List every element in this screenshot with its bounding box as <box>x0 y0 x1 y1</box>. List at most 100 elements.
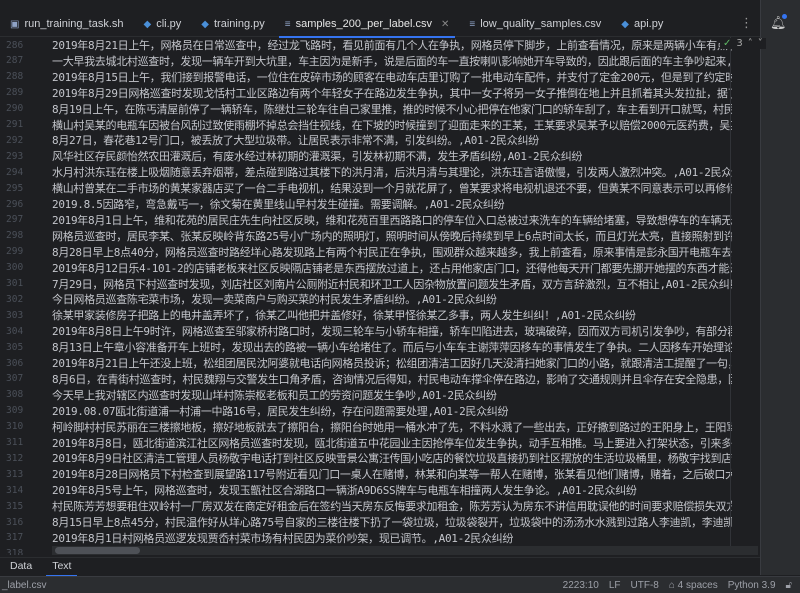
editor-line[interactable]: 287 一大早我去城北村巡查时，发现一辆车开到大坑里，车主因为是新手，说是后面的车… <box>0 53 760 69</box>
line-text[interactable]: 今天早上我对辖区内巡查时发现山垟村陈崇枢老板和员工的劳资问题发生争吵,A01-2… <box>52 387 732 403</box>
inspection-widget[interactable]: ✓ 3 ˄ ˅ <box>720 38 766 49</box>
line-number: 292 <box>6 134 24 146</box>
editor-line[interactable]: 302 今日网格员巡查陈宅菜市场，发现一卖菜商户与购买菜的村民发生矛盾纠纷。,A0… <box>0 291 760 307</box>
line-text[interactable]: 村民陈芳芳想要租住双岭村一厂房双发在商定好租金后在签约当天房东反悔要求加租金，陈… <box>52 498 732 514</box>
editor-line[interactable]: 289 2019年8月29日网格巡查时发现戈恬村工业区路边有两个年轻女子在路边发生… <box>0 85 760 101</box>
editor-line[interactable]: 317 2019年8月1日村网格员巡逻发现贾岙村菜市场有村民因为菜价吵架，现已调节… <box>0 530 760 546</box>
line-text[interactable]: 7月29日，网格员下村巡查时发现，刘店社区刘南片公厕附近村民和环卫工人因杂物放置… <box>52 276 732 292</box>
editor-line[interactable]: 286 2019年8月21日上午，网格员在日常巡查中，经过龙飞路时，看见前面有几个… <box>0 37 760 53</box>
editor-line[interactable]: 308 今天早上我对辖区内巡查时发现山垟村陈崇枢老板和员工的劳资问题发生争吵,A0… <box>0 387 760 403</box>
editor-line[interactable]: 312 2019年8月9日社区清洁工管理人员杨敬宇电话打到社区反映雪景公寓汪传国小… <box>0 450 760 466</box>
editor-line[interactable]: 306 2019年8月21日上午还没上班，松组团居民沈阿婆就电话向网格员投诉；松组… <box>0 355 760 371</box>
status-file-path[interactable]: _label.csv <box>2 580 46 591</box>
scrollbar-thumb[interactable] <box>55 547 140 554</box>
caret-position[interactable]: 2223:10 <box>563 580 599 591</box>
line-text[interactable]: 8月28日早上8点40分，网格员巡查时路经垟心路发现路上有两个村民正在争执，围观… <box>52 244 732 260</box>
line-text[interactable]: 2019年8月1日上午，维和花苑的居民庄先生向社区反映，维和花苑百里西路路口的停… <box>52 212 732 228</box>
editor-line[interactable]: 311 2019年8月8日，瓯北街道滨江社区网格员巡查时发现，瓯北街道五中花园业主… <box>0 435 760 451</box>
previous-highlight-icon[interactable]: ˄ <box>748 38 753 49</box>
editor-line[interactable]: 300 2019年8月12日乐4-101-2的店铺老板来社区反映隔店铺老是东西摆放… <box>0 260 760 276</box>
line-text[interactable]: 8月15日早上8点45分，村民温作好从垟心路75号自家的三楼往楼下扔了一袋垃圾，… <box>52 514 732 530</box>
right-margin-guide <box>730 37 731 555</box>
text-file-icon: ≡ <box>284 18 291 30</box>
line-text[interactable]: 一大早我去城北村巡查时，发现一辆车开到大坑里，车主因为是新手，说是后面的车一直按… <box>52 53 732 69</box>
indent-setting[interactable]: ⌂ 4 spaces <box>669 580 718 591</box>
line-text[interactable]: 8月6日，在青街村巡查时，村民魏翔与交警发生口角矛盾，咨询情况后得知，村民电动车… <box>52 371 732 387</box>
editor-line[interactable]: 314 2019年8月5号上午，网格巡查时，发现玉甑社区合湖路口一辆浙A9D6SS… <box>0 482 760 498</box>
line-text[interactable]: 风华社区存民颜怡然农田灌溉后，有废水经过林初期的灌溉渠，引发林初期不满，发生矛盾… <box>52 148 732 164</box>
editor-line[interactable]: 298 网格员巡查时，居民李某、张某反映岭背东路25号小广场内的照明灯，照明时间从… <box>0 228 760 244</box>
tab-training-py[interactable]: ◆ training.py <box>191 12 274 37</box>
tab-api-py[interactable]: ◆ api.py <box>611 12 673 37</box>
lock-icon[interactable]: 🔓︎ <box>786 580 792 591</box>
editor-line[interactable]: 290 8月19日上午，在陈丐清屋前停了一辆轿车，陈继灶三轮车往自己家里推，推的时… <box>0 101 760 117</box>
editor-line[interactable]: 304 2019年8月8日上午9时许，网格巡查至邬家桥村路口时，发现三轮车与小轿车… <box>0 323 760 339</box>
line-text[interactable]: 2019年8月5号上午，网格巡查时，发现玉甑社区合湖路口一辆浙A9D6SS牌车与… <box>52 482 732 498</box>
editor-line[interactable]: 301 7月29日，网格员下村巡查时发现，刘店社区刘南片公厕附近村民和环卫工人因杂… <box>0 276 760 292</box>
line-text[interactable]: 2019.08.07瓯北街道浦一村浦一中路16号，居民发生纠纷，存在问题需要处理… <box>52 403 732 419</box>
inspection-count: 3 <box>736 38 743 49</box>
editor-line[interactable]: 313 2019年8月28日网格员下村检查到展望路117号附近看见门口一桌人在赌博… <box>0 466 760 482</box>
line-text[interactable]: 8月19日上午，在陈丐清屋前停了一辆轿车，陈继灶三轮车往自己家里推，推的时候不小… <box>52 101 732 117</box>
editor-line[interactable]: 303 徐某甲家装修房子把路上的电井盖弄坏了，徐某乙叫他把井盖修好，徐某甲怪徐某乙… <box>0 307 760 323</box>
line-text[interactable]: 2019年8月8日，瓯北街道滨江社区网格员巡查时发现，瓯北街道五中花园业主因抢停… <box>52 435 732 451</box>
text-editor[interactable]: 286 2019年8月21日上午，网格员在日常巡查中，经过龙飞路时，看见前面有几个… <box>0 37 760 555</box>
editor-line[interactable]: 292 8月27日，春花巷12号门口，被丢放了大型垃圾带。让居民表示非常不满，引发… <box>0 132 760 148</box>
editor-line[interactable]: 293 风华社区存民颜怡然农田灌溉后，有废水经过林初期的灌溉渠，引发林初期不满，发… <box>0 148 760 164</box>
line-number: 286 <box>6 39 24 51</box>
horizontal-scrollbar[interactable] <box>52 546 758 555</box>
editor-line[interactable]: 299 8月28日早上8点40分，网格员巡查时路经垟心路发现路上有两个村民正在争执… <box>0 244 760 260</box>
line-text[interactable]: 2019年8月29日网格巡查时发现戈恬村工业区路边有两个年轻女子在路边发生争执，… <box>52 85 732 101</box>
line-text[interactable]: 今日网格员巡查陈宅菜市场，发现一卖菜商户与购买菜的村民发生矛盾纠纷。,A01-2… <box>52 291 732 307</box>
more-tabs-icon[interactable]: ⋮ <box>740 16 753 31</box>
tab-low-quality-samples-csv[interactable]: ≡ low_quality_samples.csv <box>459 12 611 37</box>
line-text[interactable]: 2019年8月1日村网格员巡逻发现贾岙村菜市场有村民因为菜价吵架，现已调节。,A… <box>52 530 732 546</box>
editor-line[interactable]: 305 8月13日上午章小容准备开车上班时，发现出去的路被一辆小车给堵住了。而后与… <box>0 339 760 355</box>
editor-line[interactable]: 316 8月15日早上8点45分，村民温作好从垟心路75号自家的三楼往楼下扔了一袋… <box>0 514 760 530</box>
tab-run-training-task-sh[interactable]: ▣ run_training_task.sh <box>0 12 134 37</box>
line-text[interactable]: 2019年8月15日上午，我们接到报警电话，一位住在皮碎市场的顾客在电动车店里订… <box>52 69 732 85</box>
line-text[interactable]: 2019年8月12日乐4-101-2的店铺老板来社区反映隔店铺老是东西摆放过道上… <box>52 260 732 276</box>
line-text[interactable]: 徐某甲家装修房子把路上的电井盖弄坏了，徐某乙叫他把井盖修好，徐某甲怪徐某乙多事，… <box>52 307 732 323</box>
line-number: 305 <box>6 341 24 353</box>
line-text[interactable]: 横山村吴某的电瓶车因被台风刮过致使雨棚坏掉总会挡住视线，在下坡的时候撞到了迎面走… <box>52 117 732 133</box>
editor-line[interactable]: 296 2019.8.5因路窄，弯急戴丐一，徐文菊在黄里线山早村发生碰撞。需要调解… <box>0 196 760 212</box>
file-encoding[interactable]: UTF-8 <box>631 580 659 591</box>
tab-cli-py[interactable]: ◆ cli.py <box>134 12 192 37</box>
line-text[interactable]: 2019年8月28日网格员下村检查到展望路117号附近看见门口一桌人在赌博，林某… <box>52 466 732 482</box>
line-text[interactable]: 网格员巡查时，居民李某、张某反映岭背东路25号小广场内的照明灯，照明时间从傍晚后… <box>52 228 732 244</box>
tab-label: run_training_task.sh <box>24 18 124 30</box>
editor-line[interactable]: 288 2019年8月15日上午，我们接到报警电话，一位住在皮碎市场的顾客在电动车… <box>0 69 760 85</box>
editor-line[interactable]: 315 村民陈芳芳想要租住双岭村一厂房双发在商定好租金后在签约当天房东反悔要求加租… <box>0 498 760 514</box>
editor-line[interactable]: 295 横山村曾某在二手市场的黄某家器店买了一台二手电视机，结果没到一个月就花屏了… <box>0 180 760 196</box>
tab-samples-200-per-label-csv[interactable]: ≡ samples_200_per_label.csv ✕ <box>275 12 460 38</box>
close-tab-icon[interactable]: ✕ <box>441 19 449 30</box>
tab-data[interactable]: Data <box>0 558 42 576</box>
status-bar: _label.csv 2223:10 LF UTF-8 ⌂ 4 spaces P… <box>0 576 800 593</box>
line-text[interactable]: 柯岭脚村村民苏丽在三楼擦地板，擦好地板就去了擦阳台，擦阳台时她用一桶水冲了先，不… <box>52 419 732 435</box>
line-text[interactable]: 横山村曾某在二手市场的黄某家器店买了一台二手电视机，结果没到一个月就花屏了，曾某… <box>52 180 732 196</box>
line-number: 311 <box>6 437 24 448</box>
line-text[interactable]: 8月27日，春花巷12号门口，被丢放了大型垃圾带。让居民表示非常不满，引发纠纷。… <box>52 132 732 148</box>
line-text[interactable]: 2019年8月21日上午，网格员在日常巡查中，经过龙飞路时，看见前面有几个人在争… <box>52 37 732 53</box>
line-text[interactable]: 8月13日上午章小容准备开车上班时，发现出去的路被一辆小车给堵住了。而后与小车车… <box>52 339 732 355</box>
line-separator[interactable]: LF <box>609 580 621 591</box>
editor-line[interactable]: 307 8月6日，在青街村巡查时，村民魏翔与交警发生口角矛盾，咨询情况后得知，村民… <box>0 371 760 387</box>
editor-line[interactable]: 310 柯岭脚村村民苏丽在三楼擦地板，擦好地板就去了擦阳台，擦阳台时她用一桶水冲了… <box>0 419 760 435</box>
editor-line[interactable]: 291 横山村吴某的电瓶车因被台风刮过致使雨棚坏掉总会挡住视线，在下坡的时候撞到了… <box>0 117 760 133</box>
line-number: 303 <box>6 309 24 321</box>
editor-line[interactable]: 309 2019.08.07瓯北街道浦一村浦一中路16号，居民发生纠纷，存在问题需… <box>0 403 760 419</box>
python-icon: ◆ <box>143 18 152 30</box>
line-text[interactable]: 2019年8月8日上午9时许，网格巡查至邬家桥村路口时，发现三轮车与小轿车相撞，… <box>52 323 732 339</box>
editor-line[interactable]: 297 2019年8月1日上午，维和花苑的居民庄先生向社区反映，维和花苑百里西路路… <box>0 212 760 228</box>
line-number: 297 <box>6 214 24 226</box>
line-text[interactable]: 2019.8.5因路窄，弯急戴丐一，徐文菊在黄里线山早村发生碰撞。需要调解。,A… <box>52 196 732 212</box>
python-interpreter[interactable]: Python 3.9 <box>728 580 776 591</box>
line-text[interactable]: 水月村洪东珏在楼上吸烟随意丢弃烟蒂，差点碰到路过其楼下的洪月清，后洪月清与其理论… <box>52 164 732 180</box>
tab-text[interactable]: Text <box>42 558 81 577</box>
line-text[interactable]: 2019年8月21日上午还没上班，松组团居民沈阿婆就电话向网格员投诉；松组团清洁… <box>52 355 732 371</box>
next-highlight-icon[interactable]: ˅ <box>758 38 763 49</box>
line-text[interactable]: 2019年8月9日社区清洁工管理人员杨敬宇电话打到社区反映雪景公寓汪传国小吃店的… <box>52 450 732 466</box>
editor-line[interactable]: 294 水月村洪东珏在楼上吸烟随意丢弃烟蒂，差点碰到路过其楼下的洪月清，后洪月清与… <box>0 164 760 180</box>
line-number: 308 <box>6 389 24 401</box>
